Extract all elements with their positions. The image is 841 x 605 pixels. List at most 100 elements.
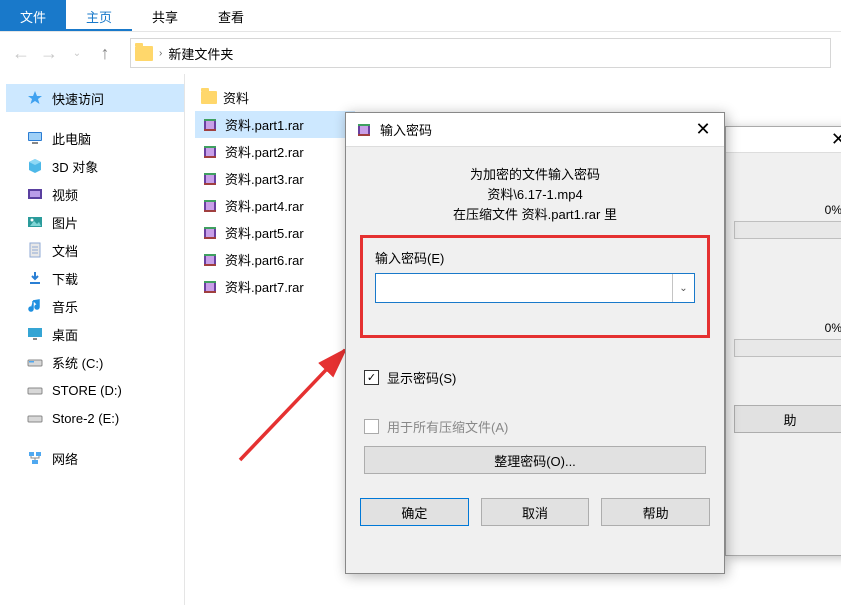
- nav-bar: ← → ⌄ ↑ › 新建文件夹: [0, 32, 841, 74]
- list-folder[interactable]: 资料: [195, 84, 355, 111]
- close-icon: ✕: [695, 119, 710, 139]
- sidebar-documents[interactable]: 文档: [6, 236, 184, 264]
- sidebar-item-label: 下载: [52, 269, 78, 288]
- list-item[interactable]: 资料.part1.rar: [195, 111, 355, 138]
- checkbox-label: 显示密码(S): [387, 368, 456, 387]
- sidebar-desktop[interactable]: 桌面: [6, 320, 184, 348]
- nav-up-icon[interactable]: ↑: [94, 42, 116, 64]
- folder-icon: [201, 91, 217, 104]
- tab-home[interactable]: 主页: [66, 0, 132, 31]
- pc-icon: [26, 129, 44, 147]
- checkbox-icon: [364, 419, 379, 434]
- sidebar-item-label: 文档: [52, 241, 78, 260]
- list-item[interactable]: 资料.part6.rar: [195, 246, 355, 273]
- sidebar-item-label: 图片: [52, 213, 78, 232]
- sidebar-item-label: 快速访问: [52, 89, 104, 108]
- cancel-button[interactable]: 取消: [481, 498, 590, 526]
- rar-icon: [354, 120, 374, 140]
- sidebar-drive-e[interactable]: Store-2 (E:): [6, 404, 184, 432]
- chevron-down-icon: ⌄: [679, 283, 687, 294]
- network-icon: [26, 449, 44, 467]
- sidebar-item-label: 此电脑: [52, 129, 91, 148]
- sidebar-drive-c[interactable]: 系统 (C:): [6, 348, 184, 376]
- sidebar-item-label: 3D 对象: [52, 157, 98, 176]
- rar-icon: [201, 197, 219, 215]
- sidebar-music[interactable]: 音乐: [6, 292, 184, 320]
- list-item[interactable]: 资料.part2.rar: [195, 138, 355, 165]
- sidebar-downloads[interactable]: 下载: [6, 264, 184, 292]
- show-password-checkbox[interactable]: ✓ 显示密码(S): [360, 350, 710, 387]
- cube-icon: [26, 157, 44, 175]
- music-icon: [26, 297, 44, 315]
- progress-percent-2: 0%: [734, 319, 841, 335]
- list-item[interactable]: 资料.part3.rar: [195, 165, 355, 192]
- dialog-message: 为加密的文件输入密码 资料\6.17-1.mp4 在压缩文件 资料.part1.…: [360, 157, 710, 231]
- rar-icon: [201, 224, 219, 242]
- sidebar-item-label: 桌面: [52, 325, 78, 344]
- list-item[interactable]: 资料.part4.rar: [195, 192, 355, 219]
- file-name: 资料.part3.rar: [225, 169, 304, 188]
- rar-icon: [201, 143, 219, 161]
- sidebar-3d-objects[interactable]: 3D 对象: [6, 152, 184, 180]
- sidebar-videos[interactable]: 视频: [6, 180, 184, 208]
- document-icon: [26, 241, 44, 259]
- dialog-titlebar[interactable]: 输入密码 ✕: [346, 113, 724, 147]
- extract-progress-dialog: ✕ 0% 0% 助: [725, 126, 841, 556]
- folder-icon: [135, 46, 153, 61]
- tab-share[interactable]: 共享: [132, 0, 198, 31]
- rar-icon: [201, 116, 219, 134]
- file-name: 资料.part2.rar: [225, 142, 304, 161]
- rar-icon: [201, 170, 219, 188]
- sidebar-pictures[interactable]: 图片: [6, 208, 184, 236]
- sidebar-quick-access[interactable]: 快速访问: [6, 84, 184, 112]
- sidebar-item-label: 网络: [52, 449, 78, 468]
- tab-view[interactable]: 查看: [198, 0, 264, 31]
- sidebar-item-label: STORE (D:): [52, 383, 122, 398]
- bg-help-button[interactable]: 助: [734, 405, 841, 433]
- password-combobox[interactable]: ⌄: [375, 273, 695, 303]
- file-name: 资料: [223, 88, 249, 107]
- progress-bar-2: [734, 339, 841, 357]
- tab-file[interactable]: 文件: [0, 0, 66, 31]
- list-item[interactable]: 资料.part7.rar: [195, 273, 355, 300]
- video-icon: [26, 185, 44, 203]
- nav-recent-icon[interactable]: ⌄: [66, 42, 88, 64]
- sidebar-this-pc[interactable]: 此电脑: [6, 124, 184, 152]
- nav-forward-icon[interactable]: →: [38, 42, 60, 64]
- msg-line: 资料\6.17-1.mp4: [360, 185, 710, 205]
- msg-line: 为加密的文件输入密码: [360, 165, 710, 185]
- ok-button[interactable]: 确定: [360, 498, 469, 526]
- sidebar-item-label: 音乐: [52, 297, 78, 316]
- sidebar-network[interactable]: 网络: [6, 444, 184, 472]
- bg-dialog-close[interactable]: ✕: [726, 127, 841, 153]
- password-input[interactable]: [376, 274, 672, 302]
- file-name: 资料.part6.rar: [225, 250, 304, 269]
- password-label: 输入密码(E): [375, 248, 695, 273]
- chevron-right-icon: ›: [159, 48, 162, 59]
- checkbox-icon: ✓: [364, 370, 379, 385]
- msg-line: 在压缩文件 资料.part1.rar 里: [360, 205, 710, 225]
- address-bar[interactable]: › 新建文件夹: [130, 38, 831, 68]
- file-name: 资料.part1.rar: [225, 115, 304, 134]
- star-icon: [26, 89, 44, 107]
- drive-icon: [26, 353, 44, 371]
- progress-percent-1: 0%: [734, 201, 841, 217]
- sidebar-item-label: Store-2 (E:): [52, 411, 119, 426]
- close-icon: ✕: [831, 129, 841, 150]
- drive-icon: [26, 381, 44, 399]
- nav-back-icon[interactable]: ←: [10, 42, 32, 64]
- rar-icon: [201, 278, 219, 296]
- sidebar-drive-d[interactable]: STORE (D:): [6, 376, 184, 404]
- close-button[interactable]: ✕: [688, 119, 718, 140]
- manage-passwords-button[interactable]: 整理密码(O)...: [364, 446, 706, 474]
- breadcrumb-folder[interactable]: 新建文件夹: [168, 44, 233, 63]
- list-item[interactable]: 资料.part5.rar: [195, 219, 355, 246]
- dropdown-toggle[interactable]: ⌄: [672, 274, 694, 302]
- progress-bar-1: [734, 221, 841, 239]
- all-archives-checkbox: 用于所有压缩文件(A): [360, 399, 710, 436]
- help-button[interactable]: 帮助: [601, 498, 710, 526]
- checkbox-label: 用于所有压缩文件(A): [387, 417, 508, 436]
- nav-tree: 快速访问 此电脑 3D 对象 视频 图片: [0, 74, 185, 605]
- rar-icon: [201, 251, 219, 269]
- sidebar-item-label: 视频: [52, 185, 78, 204]
